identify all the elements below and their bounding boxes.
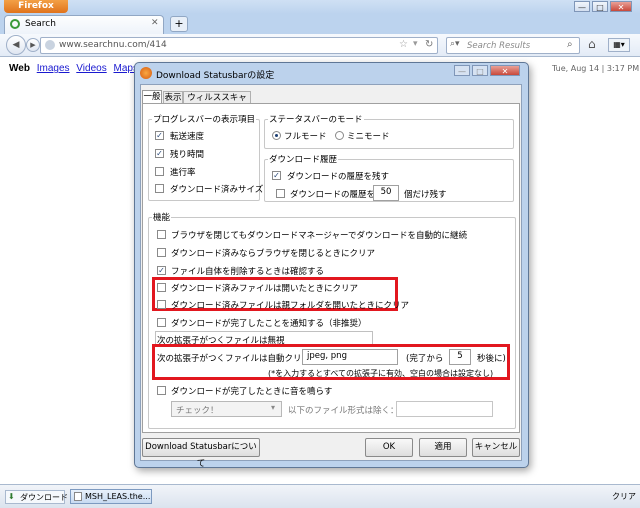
checkbox-clear-on-open-folder[interactable] — [157, 300, 166, 309]
except-formats-input[interactable] — [396, 401, 493, 417]
autoclear-note: (*を入力するとすべての拡張子に有効、空白の場合は設定なし) — [268, 369, 494, 378]
dropdown-arrow-icon[interactable]: ▾ — [413, 39, 418, 49]
checkbox-remaining-time[interactable]: ✓ — [155, 149, 164, 158]
url-bar[interactable]: www.searchnu.com/414 ☆ ▾ ↻ — [40, 37, 438, 54]
label-downloaded-size: ダウンロード済みサイズ — [170, 185, 264, 195]
search-favicon-icon — [10, 19, 20, 29]
label-remaining-time: 残り時間 — [170, 150, 205, 160]
ok-button[interactable]: OK — [365, 438, 413, 457]
autoclear-extensions-input[interactable]: jpeg, png — [302, 349, 398, 365]
chevron-down-icon: ▾ — [271, 403, 276, 412]
search-go-icon[interactable]: ⌕ — [567, 39, 573, 50]
back-button[interactable]: ◀ — [6, 35, 26, 55]
checkbox-play-sound[interactable] — [157, 386, 166, 395]
download-arrow-icon: ⬇ — [8, 492, 15, 501]
link-web[interactable]: Web — [9, 63, 30, 74]
label-after-suffix: 秒後に) — [477, 354, 506, 364]
search-engine-icon[interactable]: ⌕▾ — [450, 39, 460, 49]
cancel-button[interactable]: キャンセル — [472, 438, 520, 457]
dialog-close-button[interactable]: ✕ — [490, 65, 520, 76]
search-bar[interactable]: ⌕▾ Search Results ⌕ — [446, 37, 580, 54]
sound-select-value: チェック！ — [176, 406, 219, 416]
dialog-maximize-button[interactable]: □ — [472, 65, 488, 76]
radio-mini-mode[interactable] — [335, 131, 344, 140]
new-tab-button[interactable]: + — [170, 16, 188, 32]
reload-icon[interactable]: ↻ — [425, 39, 433, 50]
close-window-button[interactable]: ✕ — [610, 1, 632, 12]
maximize-button[interactable]: □ — [592, 1, 608, 12]
download-button[interactable]: ⬇ ダウンロード — [5, 490, 68, 504]
checkbox-keep-history[interactable]: ✓ — [272, 171, 281, 180]
history-limit-input[interactable]: 50 — [373, 185, 399, 201]
file-icon — [74, 492, 82, 501]
label-limit-prefix: ダウンロードの履歴を — [290, 190, 376, 200]
link-videos[interactable]: Videos — [76, 63, 106, 74]
mode-group-title: ステータスバーのモード — [268, 113, 364, 125]
download-item[interactable]: MSH_LEAS.the... — [70, 489, 152, 504]
label-autoclear-extensions: 次の拡張子がつくファイルは自動クリア — [157, 354, 311, 364]
label-mini-mode: ミニモード — [347, 132, 390, 142]
firefox-menu-button[interactable]: Firefox — [4, 0, 68, 13]
label-clear-on-close: ダウンロード済みならブラウザを閉じるときにクリア — [171, 249, 376, 259]
label-continue-download: ブラウザを閉じてもダウンロードマネージャーでダウンロードを自動的に継続 — [171, 231, 467, 241]
bookmark-star-icon[interactable]: ☆ — [399, 39, 408, 50]
label-full-mode: フルモード — [284, 132, 327, 142]
title-bar — [0, 0, 640, 14]
checkbox-confirm-delete[interactable]: ✓ — [157, 266, 166, 275]
autoclear-seconds-input[interactable]: 5 — [449, 349, 471, 365]
label-clear-on-open-folder: ダウンロード済みファイルは親フォルダを開いたときにクリア — [171, 301, 410, 311]
function-group-title: 機能 — [152, 211, 172, 223]
history-group-title: ダウンロード履歴 — [268, 153, 339, 165]
label-play-sound: ダウンロードが完了したときに音を鳴らす — [171, 387, 333, 397]
checkbox-continue-download[interactable] — [157, 230, 166, 239]
url-text: www.searchnu.com/414 — [59, 40, 167, 50]
checkbox-clear-on-close[interactable] — [157, 248, 166, 257]
minimize-button[interactable]: — — [574, 1, 590, 12]
tab-title: Search — [25, 19, 56, 29]
search-placeholder: Search Results — [467, 41, 531, 51]
progress-group-title: プログレスバーの表示項目 — [152, 113, 257, 125]
forward-button[interactable]: ▶ — [26, 38, 40, 52]
close-tab-icon[interactable]: ✕ — [151, 18, 159, 28]
radio-full-mode[interactable] — [272, 131, 281, 140]
apply-button[interactable]: 適用 — [419, 438, 467, 457]
dialog-minimize-button[interactable]: — — [454, 65, 470, 76]
link-images[interactable]: Images — [37, 63, 70, 74]
checkbox-notify-complete[interactable] — [157, 318, 166, 327]
label-confirm-delete: ファイル自体を削除するときは確認する — [171, 267, 325, 277]
home-icon[interactable]: ⌂ — [588, 37, 596, 51]
tab-general[interactable]: 一般 — [142, 90, 162, 104]
download-label: ダウンロード — [20, 493, 68, 502]
dialog-title: Download Statusbarの設定 — [156, 71, 275, 81]
label-after-prefix: (完了から — [406, 354, 444, 364]
label-notify-complete: ダウンロードが完了したことを通知する（非推奨） — [171, 319, 367, 329]
firefox-logo-icon — [140, 67, 152, 79]
clear-button[interactable]: クリア — [612, 491, 636, 502]
checkbox-clear-on-open[interactable] — [157, 283, 166, 292]
menu-grid-icon[interactable]: ▦▾ — [608, 38, 630, 52]
label-percent: 進行率 — [170, 168, 196, 178]
sound-select[interactable]: チェック！ ▾ — [171, 401, 282, 417]
tab-search[interactable]: Search ✕ — [4, 15, 164, 34]
page-date: Tue, Aug 14 | 3:17 PM — [552, 64, 640, 73]
checkbox-percent[interactable] — [155, 167, 164, 176]
checkbox-limit-history[interactable] — [276, 189, 285, 198]
label-speed: 転送速度 — [170, 132, 205, 142]
globe-icon — [45, 40, 55, 50]
label-keep-history: ダウンロードの履歴を残す — [287, 172, 390, 182]
download-item-name: MSH_LEAS.the... — [85, 492, 151, 501]
checkbox-speed[interactable]: ✓ — [155, 131, 164, 140]
label-clear-on-open: ダウンロード済みファイルは開いたときにクリア — [171, 284, 359, 294]
about-button[interactable]: Download Statusbarについて — [142, 438, 260, 469]
label-except-formats: 以下のファイル形式は除く： — [288, 406, 399, 416]
checkbox-downloaded-size[interactable] — [155, 184, 164, 193]
label-limit-suffix: 個だけ残す — [404, 190, 447, 200]
